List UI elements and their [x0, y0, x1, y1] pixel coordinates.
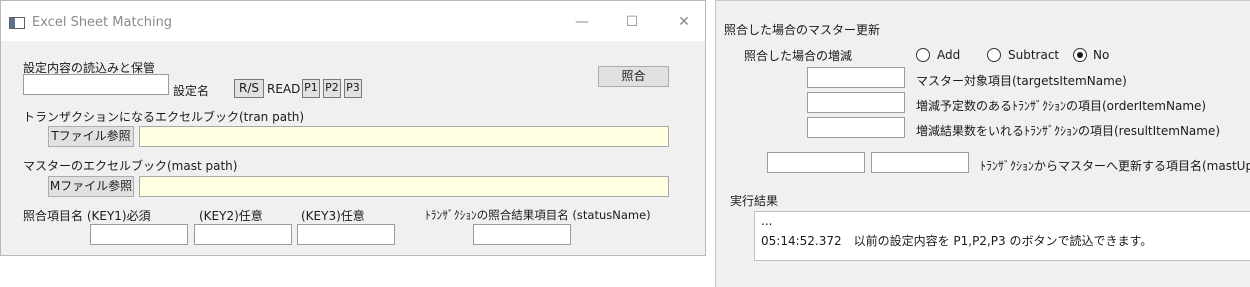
mast-update-label: ﾄﾗﾝｻﾞｸｼｮﾝからマスターへ更新する項目名(mastUpda: [980, 159, 1250, 173]
update-panel: 照合した場合のマスター更新 照合した場合の増減 Add Subtract No …: [715, 0, 1250, 287]
targets-item-input[interactable]: [807, 67, 905, 88]
read-label: READ: [267, 82, 301, 96]
tran-path-input[interactable]: [139, 126, 669, 147]
radio-subtract[interactable]: [987, 48, 1001, 62]
close-button[interactable]: ✕: [669, 11, 699, 33]
log-line: ...: [761, 214, 773, 228]
match-button[interactable]: 照合: [598, 66, 669, 87]
radio-no-label[interactable]: No: [1093, 48, 1109, 62]
main-window: Excel Sheet Matching — ☐ ✕ 設定内容の読込みと保管 設…: [0, 0, 706, 256]
tran-path-label: トランザクションになるエクセルブック(tran path): [23, 110, 305, 124]
mast-browse-button[interactable]: Mファイル参照: [48, 176, 134, 197]
update-mode-label: 照合した場合の増減: [744, 49, 853, 63]
key2-input[interactable]: [194, 224, 292, 245]
p1-button[interactable]: P1: [302, 79, 320, 98]
rs-button[interactable]: R/S: [234, 79, 264, 98]
log-line: 05:14:52.372 以前の設定内容を P1,P2,P3 のボタンで読込でき…: [761, 234, 1153, 248]
window-title: Excel Sheet Matching: [32, 15, 173, 30]
minimize-button[interactable]: —: [567, 11, 597, 33]
result-section-label: 実行結果: [730, 194, 779, 208]
targets-item-label: マスター対象項目(targetsItemName): [916, 74, 1127, 88]
tran-browse-button[interactable]: Tファイル参照: [48, 126, 134, 147]
mast-path-input[interactable]: [139, 176, 669, 197]
app-window-icon: [9, 17, 25, 29]
key3-input[interactable]: [297, 224, 395, 245]
maximize-button[interactable]: ☐: [617, 11, 647, 33]
p3-button[interactable]: P3: [344, 79, 362, 98]
mast-update-input-1[interactable]: [767, 152, 865, 173]
order-item-label: 増減予定数のあるﾄﾗﾝｻﾞｸｼｮﾝの項目(orderItemName): [916, 99, 1207, 113]
radio-add-label[interactable]: Add: [937, 48, 960, 62]
key1-input[interactable]: [90, 224, 188, 245]
p2-button[interactable]: P2: [323, 79, 341, 98]
result-item-input[interactable]: [807, 117, 905, 138]
radio-no[interactable]: [1073, 48, 1087, 62]
key1-label: 照合項目名 (KEY1)必須: [23, 209, 151, 223]
result-item-label: 増減結果数をいれるﾄﾗﾝｻﾞｸｼｮﾝの項目(resultItemName): [916, 124, 1221, 138]
update-section-label: 照合した場合のマスター更新: [724, 23, 881, 37]
key2-label: (KEY2)任意: [199, 209, 263, 223]
radio-subtract-label[interactable]: Subtract: [1008, 48, 1059, 62]
setting-name-input[interactable]: [23, 74, 169, 95]
result-log[interactable]: ... 05:14:52.372 以前の設定内容を P1,P2,P3 のボタンで…: [754, 211, 1250, 261]
mast-path-label: マスターのエクセルブック(mast path): [23, 159, 238, 173]
order-item-input[interactable]: [807, 92, 905, 113]
status-name-input[interactable]: [473, 224, 571, 245]
setting-name-label: 設定名: [173, 84, 210, 98]
key3-label: (KEY3)任意: [301, 209, 365, 223]
radio-add[interactable]: [916, 48, 930, 62]
status-name-label: ﾄﾗﾝｻﾞｸｼｮﾝの照合結果項目名 (statusName): [425, 208, 651, 222]
mast-update-input-2[interactable]: [871, 152, 969, 173]
title-bar[interactable]: Excel Sheet Matching — ☐ ✕: [1, 1, 705, 41]
